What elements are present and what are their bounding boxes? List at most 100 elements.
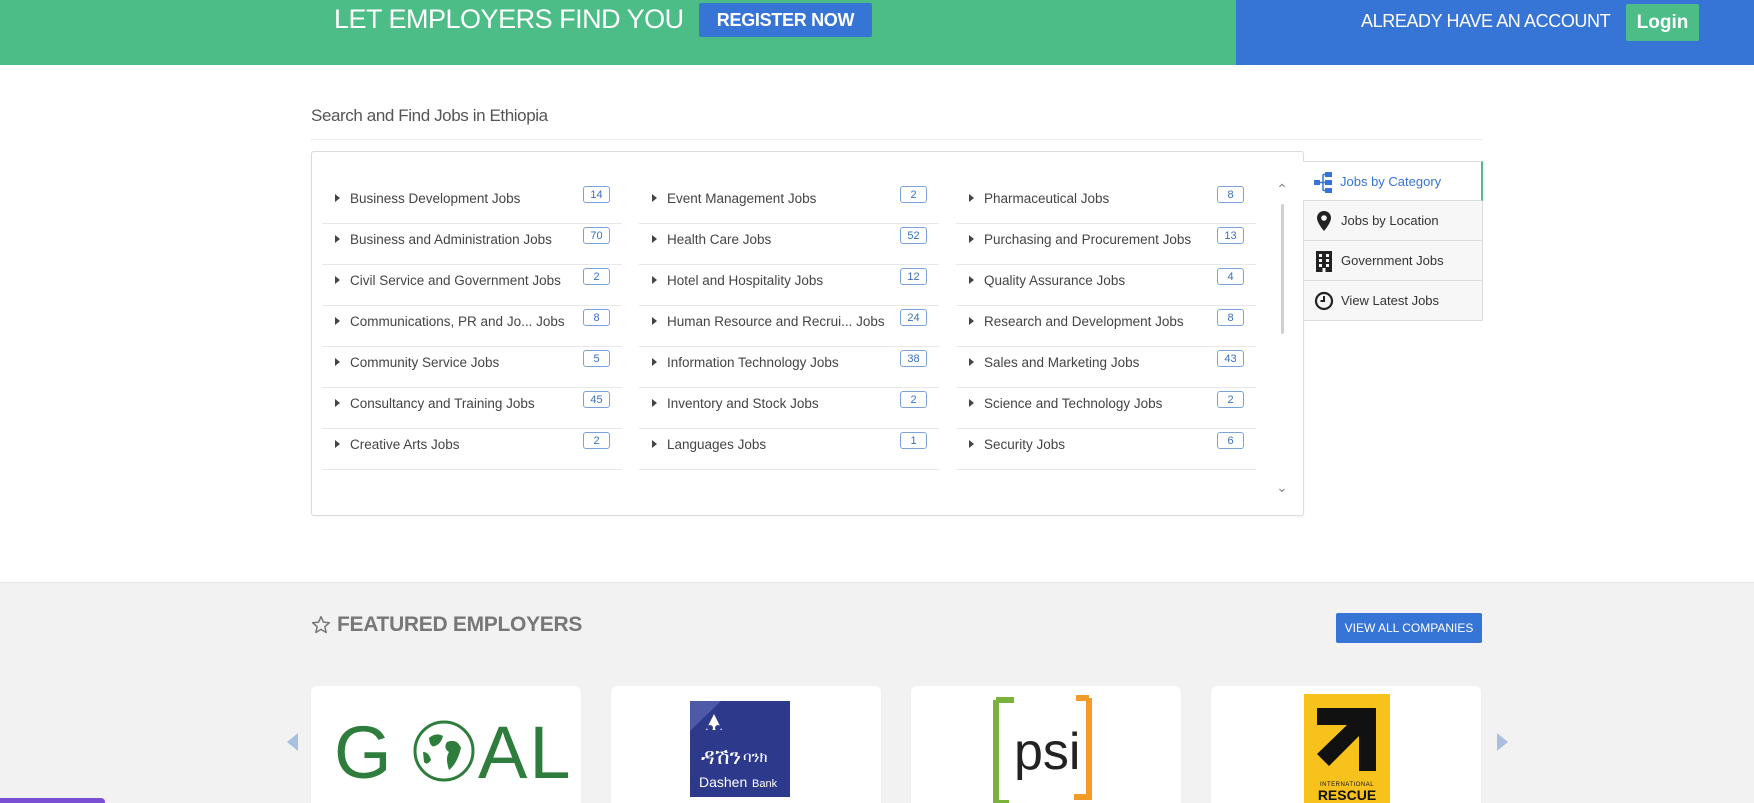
category-item[interactable]: Business Development Jobs 14 <box>322 183 622 224</box>
scroll-down-icon[interactable]: ⌄ <box>1274 480 1290 494</box>
category-count-badge: 38 <box>900 350 927 367</box>
category-item[interactable]: Civil Service and Government Jobs 2 <box>322 265 622 306</box>
category-count-badge: 43 <box>1217 350 1244 367</box>
caret-right-icon <box>652 276 657 284</box>
category-count-badge: 2 <box>1217 391 1244 408</box>
tab-label: Government Jobs <box>1341 253 1444 268</box>
irc-logo: INTERNATIONAL RESCUE COMMITTEE <box>1304 694 1390 803</box>
category-item[interactable]: Community Service Jobs 5 <box>322 347 622 388</box>
search-mode-tabs: Jobs by Category Jobs by Location Govern… <box>1303 161 1483 321</box>
category-column-3: Pharmaceutical Jobs 8 Purchasing and Proc… <box>956 183 1256 470</box>
category-item[interactable]: Hotel and Hospitality Jobs 12 <box>639 265 939 306</box>
employer-card-dashen-bank[interactable]: ዳሽን ባንክ Dashen Bank <box>611 686 881 803</box>
category-count-badge: 2 <box>583 432 610 449</box>
category-label: Sales and Marketing Jobs <box>984 355 1140 370</box>
category-item[interactable]: Purchasing and Procurement Jobs 13 <box>956 224 1256 265</box>
category-item[interactable]: Health Care Jobs 52 <box>639 224 939 265</box>
category-count-badge: 4 <box>1217 268 1244 285</box>
register-now-button[interactable]: REGISTER NOW <box>699 3 872 37</box>
category-item[interactable]: Creative Arts Jobs 2 <box>322 429 622 470</box>
svg-text:RESCUE: RESCUE <box>1318 787 1376 803</box>
scrollbar-thumb[interactable] <box>1281 204 1284 334</box>
category-item[interactable]: Human Resource and Recrui... Jobs 24 <box>639 306 939 347</box>
category-item[interactable]: Business and Administration Jobs 70 <box>322 224 622 265</box>
carousel-next-icon[interactable] <box>1494 730 1512 754</box>
svg-text:psi: psi <box>1014 723 1080 781</box>
employer-card-international-rescue-committee[interactable]: INTERNATIONAL RESCUE COMMITTEE <box>1211 686 1481 803</box>
category-item[interactable]: Research and Development Jobs 8 <box>956 306 1256 347</box>
caret-right-icon <box>969 317 974 325</box>
featured-title: FEATURED EMPLOYERS <box>311 613 582 637</box>
category-count-badge: 70 <box>583 227 610 244</box>
svg-text:AL: AL <box>478 711 573 794</box>
tab-label: Jobs by Category <box>1340 174 1442 189</box>
category-item[interactable]: Quality Assurance Jobs 4 <box>956 265 1256 306</box>
category-label: Event Management Jobs <box>667 191 817 206</box>
category-count-badge: 2 <box>900 391 927 408</box>
category-label: Inventory and Stock Jobs <box>667 396 819 411</box>
caret-right-icon <box>652 194 657 202</box>
employer-card-psi[interactable]: psi <box>911 686 1181 803</box>
category-count-badge: 13 <box>1217 227 1244 244</box>
caret-right-icon <box>335 440 340 448</box>
caret-right-icon <box>652 317 657 325</box>
category-item[interactable]: Sales and Marketing Jobs 43 <box>956 347 1256 388</box>
employer-card-goal[interactable]: G AL <box>311 686 581 803</box>
caret-right-icon <box>335 399 340 407</box>
category-label: Business and Administration Jobs <box>350 232 552 247</box>
psi-logo: psi <box>993 695 1092 803</box>
category-count-badge: 12 <box>900 268 927 285</box>
category-item[interactable]: Languages Jobs 1 <box>639 429 939 470</box>
category-label: Purchasing and Procurement Jobs <box>984 232 1192 247</box>
category-column-2: Event Management Jobs 2 Health Care Jobs 5… <box>639 183 939 470</box>
goal-logo: G AL <box>334 711 573 794</box>
category-item[interactable]: Pharmaceutical Jobs 8 <box>956 183 1256 224</box>
category-item[interactable]: Security Jobs 6 <box>956 429 1256 470</box>
category-count-badge: 8 <box>583 309 610 326</box>
category-panel: Business Development Jobs 14 Business and… <box>311 151 1304 516</box>
category-count-badge: 8 <box>1217 309 1244 326</box>
banner-headline: LET EMPLOYERS FIND YOU <box>334 4 684 34</box>
category-item[interactable]: Science and Technology Jobs 2 <box>956 388 1256 429</box>
svg-text:Bank: Bank <box>752 778 778 790</box>
carousel-prev-icon[interactable] <box>283 730 301 754</box>
category-label: Communications, PR and Jo... Jobs <box>350 314 565 329</box>
category-item[interactable]: Communications, PR and Jo... Jobs 8 <box>322 306 622 347</box>
caret-right-icon <box>335 358 340 366</box>
featured-employers-section: FEATURED EMPLOYERS VIEW ALL COMPANIES G … <box>0 582 1754 803</box>
category-count-badge: 14 <box>583 186 610 203</box>
svg-text:Dashen: Dashen <box>699 774 747 790</box>
featured-title-text: FEATURED EMPLOYERS <box>337 613 583 636</box>
tab-jobs-by-category[interactable]: Jobs by Category <box>1303 161 1483 201</box>
category-item[interactable]: Inventory and Stock Jobs 2 <box>639 388 939 429</box>
caret-right-icon <box>335 317 340 325</box>
caret-right-icon <box>652 440 657 448</box>
category-label: Languages Jobs <box>667 437 767 452</box>
category-label: Research and Development Jobs <box>984 314 1184 329</box>
clock-icon <box>1314 291 1334 311</box>
tab-view-latest-jobs[interactable]: View Latest Jobs <box>1303 281 1483 321</box>
category-label: Consultancy and Training Jobs <box>350 396 535 411</box>
svg-text:ባንክ: ባንክ <box>743 748 768 766</box>
svg-text:ዳሽን: ዳሽን <box>701 745 741 770</box>
tab-jobs-by-location[interactable]: Jobs by Location <box>1303 201 1483 241</box>
category-label: Business Development Jobs <box>350 191 521 206</box>
view-all-companies-button[interactable]: VIEW ALL COMPANIES <box>1336 613 1482 643</box>
location-pin-icon <box>1317 211 1331 231</box>
category-label: Security Jobs <box>984 437 1066 452</box>
category-item[interactable]: Event Management Jobs 2 <box>639 183 939 224</box>
feedback-tab[interactable] <box>0 798 105 803</box>
category-label: Hotel and Hospitality Jobs <box>667 273 824 288</box>
tab-government-jobs[interactable]: Government Jobs <box>1303 241 1483 281</box>
category-item[interactable]: Information Technology Jobs 38 <box>639 347 939 388</box>
category-label: Pharmaceutical Jobs <box>984 191 1110 206</box>
category-item[interactable]: Consultancy and Training Jobs 45 <box>322 388 622 429</box>
category-count-badge: 45 <box>583 391 610 408</box>
scroll-up-icon[interactable]: ⌃ <box>1274 182 1290 196</box>
category-count-badge: 52 <box>900 227 927 244</box>
login-button[interactable]: Login <box>1626 4 1699 41</box>
category-count-badge: 5 <box>583 350 610 367</box>
tab-label: Jobs by Location <box>1341 213 1439 228</box>
category-label: Quality Assurance Jobs <box>984 273 1126 288</box>
section-title: Search and Find Jobs in Ethiopia <box>311 106 548 125</box>
